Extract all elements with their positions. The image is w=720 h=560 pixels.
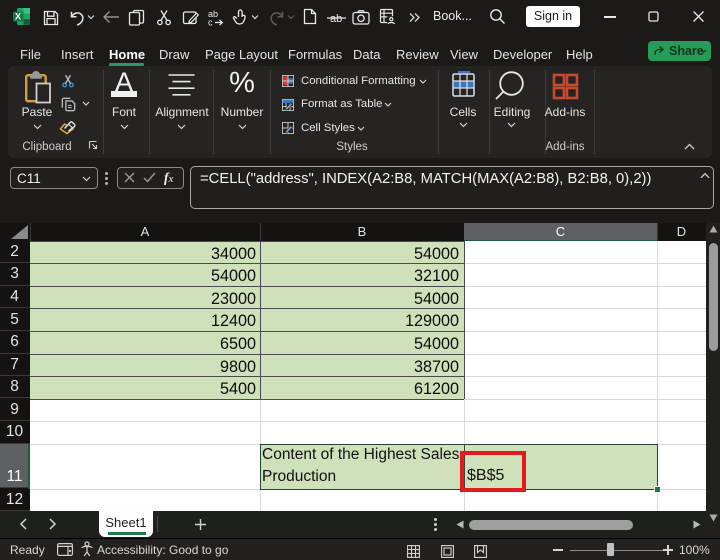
svg-text:X: X [15, 11, 22, 22]
svg-text:ab: ab [330, 13, 342, 25]
svg-text:c: c [208, 18, 213, 28]
